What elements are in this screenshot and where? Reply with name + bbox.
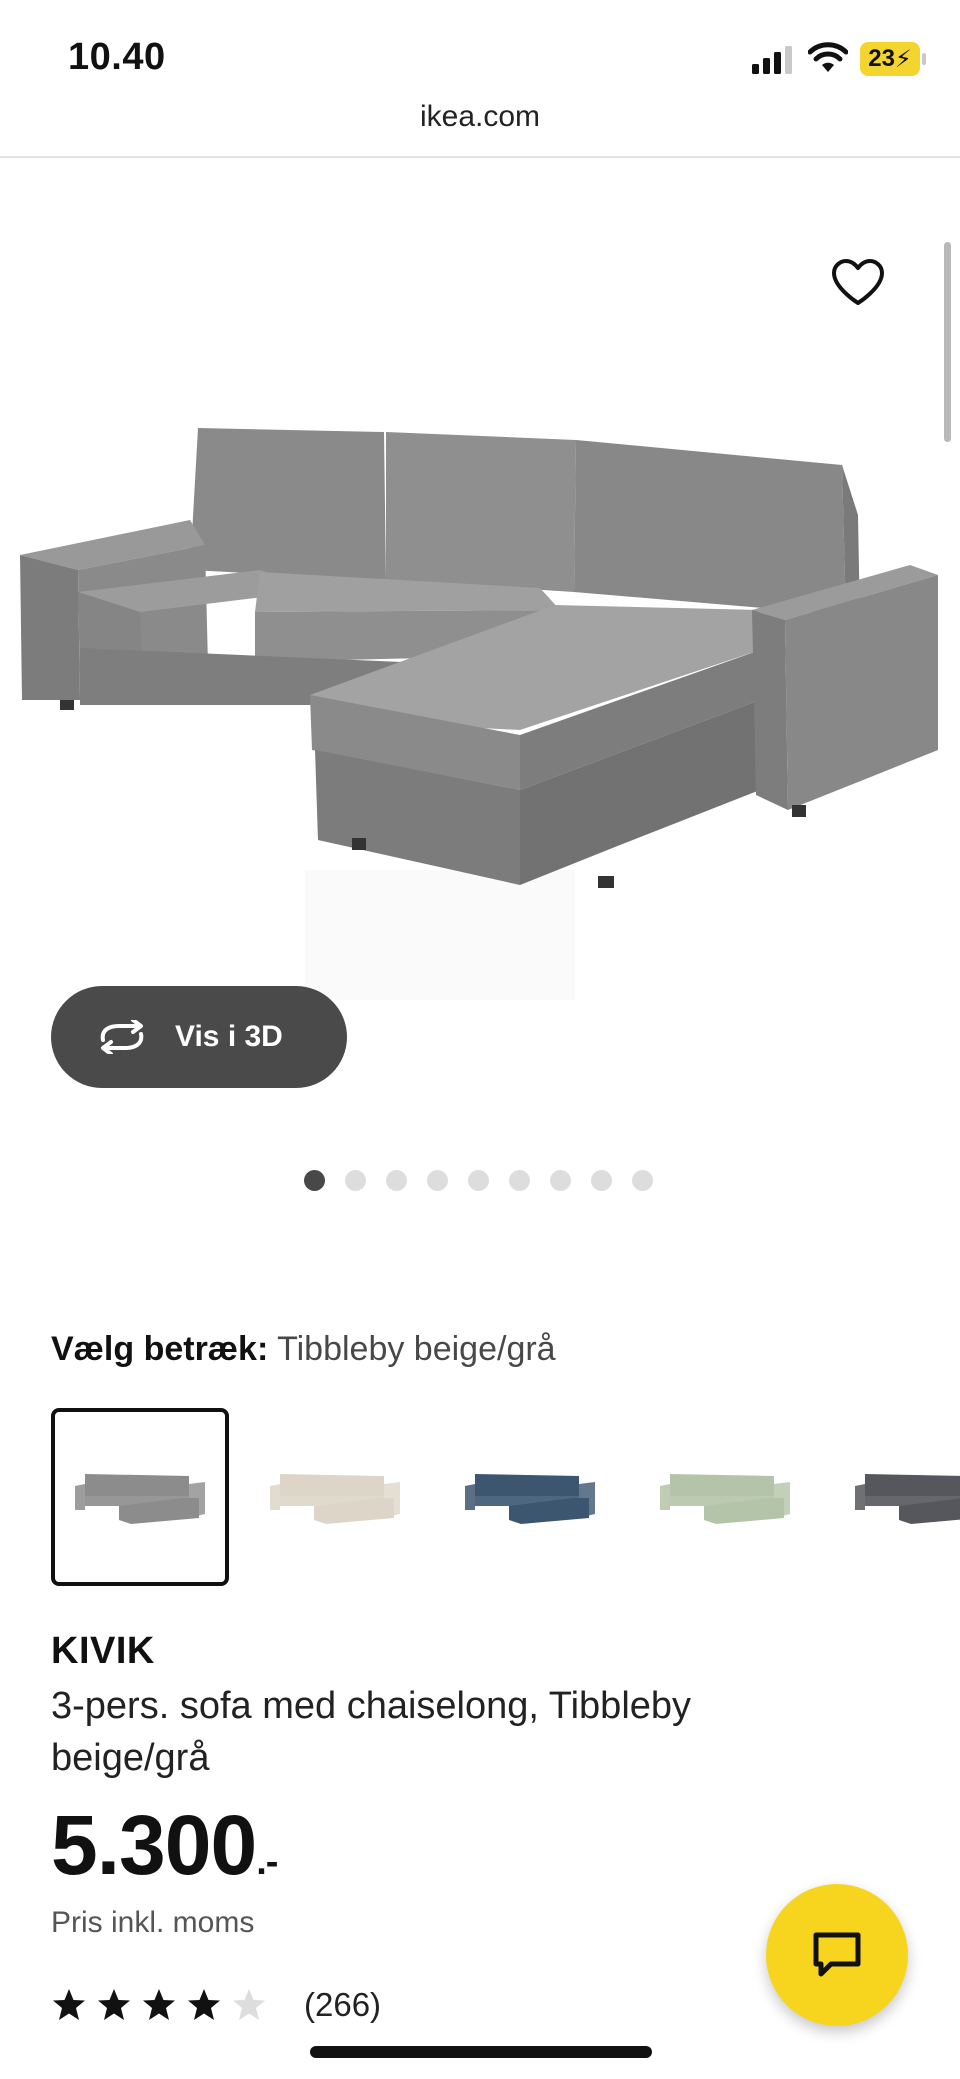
vat-note: Pris inkl. moms bbox=[51, 1906, 255, 1939]
carousel-dot[interactable] bbox=[632, 1170, 653, 1191]
fabric-swatch[interactable] bbox=[51, 1408, 229, 1586]
battery-level: 23 bbox=[868, 45, 895, 72]
chat-bubble-icon bbox=[813, 1932, 861, 1977]
fabric-swatch[interactable] bbox=[831, 1408, 960, 1586]
price-suffix: .- bbox=[256, 1841, 278, 1883]
charging-bolt-icon: ⚡ bbox=[894, 45, 912, 73]
battery-icon: 23 ⚡ bbox=[860, 42, 920, 76]
carousel-dot[interactable] bbox=[591, 1170, 612, 1191]
home-indicator bbox=[310, 2046, 652, 2058]
sofa-thumbnail-icon bbox=[75, 1474, 205, 1524]
sofa-thumbnail-icon bbox=[465, 1474, 595, 1524]
chat-button[interactable] bbox=[766, 1884, 908, 2026]
battery-nub bbox=[922, 53, 926, 65]
product-description: 3-pers. sofa med chaiselong, Tibbleby be… bbox=[51, 1685, 692, 1779]
star-filled-icon bbox=[53, 1989, 85, 2020]
fabric-swatch[interactable] bbox=[441, 1408, 619, 1586]
fabric-selection-label: Vælg betræk: Tibbleby beige/grå bbox=[51, 1330, 556, 1369]
review-count[interactable]: (266) bbox=[304, 1986, 381, 2024]
rating-stars bbox=[51, 1987, 276, 2023]
status-bar: 10.40 23 ⚡ ikea.com bbox=[0, 0, 960, 158]
carousel-dot[interactable] bbox=[509, 1170, 530, 1191]
fabric-selected-value: Tibbleby beige/grå bbox=[277, 1330, 556, 1368]
star-filled-icon bbox=[188, 1989, 220, 2020]
scrollbar[interactable] bbox=[944, 242, 951, 442]
cellular-signal-icon bbox=[752, 46, 792, 74]
sofa-thumbnail-icon bbox=[660, 1474, 790, 1524]
price-value: 5.300 bbox=[51, 1798, 257, 1892]
status-time: 10.40 bbox=[68, 36, 166, 78]
product-rating[interactable]: (266) bbox=[51, 1986, 381, 2024]
browser-url[interactable]: ikea.com bbox=[0, 100, 960, 134]
carousel-dot[interactable] bbox=[550, 1170, 571, 1191]
view-3d-button[interactable]: Vis i 3D bbox=[51, 986, 347, 1088]
wifi-icon bbox=[808, 42, 848, 72]
carousel-dot[interactable] bbox=[304, 1170, 325, 1191]
divider bbox=[0, 156, 960, 158]
product-name: KIVIK bbox=[51, 1630, 155, 1672]
carousel-dots[interactable] bbox=[304, 1170, 653, 1191]
product-image[interactable] bbox=[0, 170, 960, 1030]
product-price: 5.300.- bbox=[51, 1798, 278, 1907]
view-3d-label: Vis i 3D bbox=[175, 1020, 283, 1053]
sofa-thumbnail-icon bbox=[855, 1474, 960, 1524]
heart-outline-icon[interactable] bbox=[830, 258, 886, 308]
fabric-swatch[interactable] bbox=[246, 1408, 424, 1586]
star-filled-icon bbox=[143, 1989, 175, 2020]
fabric-label: Vælg betræk: bbox=[51, 1330, 269, 1368]
fabric-swatches bbox=[51, 1408, 960, 1588]
sofa-thumbnail-icon bbox=[270, 1474, 400, 1524]
rotate-arrows-icon bbox=[100, 1020, 144, 1054]
carousel-dot[interactable] bbox=[386, 1170, 407, 1191]
star-empty-icon bbox=[233, 1989, 265, 2020]
carousel-dot[interactable] bbox=[345, 1170, 366, 1191]
carousel-dot[interactable] bbox=[427, 1170, 448, 1191]
star-filled-icon bbox=[98, 1989, 130, 2020]
fabric-swatch[interactable] bbox=[636, 1408, 814, 1586]
carousel-dot[interactable] bbox=[468, 1170, 489, 1191]
